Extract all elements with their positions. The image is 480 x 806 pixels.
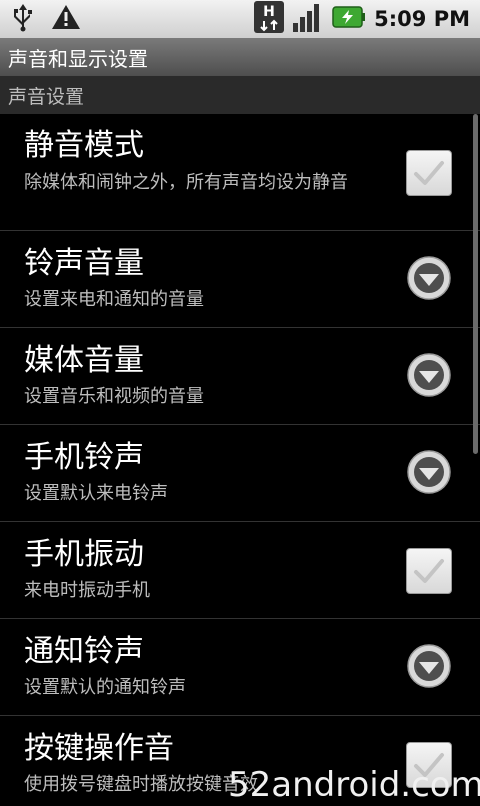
setting-title: 媒体音量 [24, 343, 144, 378]
check-icon [414, 559, 444, 583]
status-time: 5:09 PM [374, 7, 470, 31]
setting-title: 静音模式 [24, 128, 144, 163]
setting-title: 通知铃声 [24, 634, 144, 669]
setting-summary: 设置默认的通知铃声 [24, 677, 186, 698]
signal-icon [292, 1, 324, 37]
status-bar: H 5:09 PM [0, 0, 480, 38]
dropdown-arrow-icon[interactable] [406, 643, 452, 689]
dropdown-arrow-icon[interactable] [406, 352, 452, 398]
setting-phone-vibrate[interactable]: 手机振动 来电时振动手机 [0, 522, 480, 619]
dropdown-arrow-icon[interactable] [406, 255, 452, 301]
setting-title: 按键操作音 [24, 731, 174, 766]
setting-notification-ringtone[interactable]: 通知铃声 设置默认的通知铃声 [0, 619, 480, 716]
setting-title: 手机铃声 [24, 440, 144, 475]
setting-title: 铃声音量 [24, 246, 144, 281]
title-bar: 声音和显示设置 [0, 38, 480, 76]
setting-phone-ringtone[interactable]: 手机铃声 设置默认来电铃声 [0, 425, 480, 522]
setting-media-volume[interactable]: 媒体音量 设置音乐和视频的音量 [0, 328, 480, 425]
hsdpa-icon: H [254, 1, 285, 37]
setting-silent-mode[interactable]: 静音模式 除媒体和闹钟之外，所有声音均设为静音 [0, 114, 480, 231]
setting-summary: 除媒体和闹钟之外，所有声音均设为静音 [24, 172, 348, 193]
silent-mode-checkbox[interactable] [406, 150, 452, 196]
setting-summary: 设置音乐和视频的音量 [24, 386, 204, 407]
setting-summary: 来电时振动手机 [24, 580, 150, 601]
setting-summary: 设置来电和通知的音量 [24, 289, 204, 310]
scrollbar[interactable] [473, 114, 478, 454]
section-header-label: 声音设置 [8, 85, 85, 108]
dropdown-arrow-icon[interactable] [406, 449, 452, 495]
watermark: 52android.com [228, 765, 480, 805]
page-title: 声音和显示设置 [8, 46, 148, 71]
setting-ringer-volume[interactable]: 铃声音量 设置来电和通知的音量 [0, 231, 480, 328]
battery-charging-icon [332, 5, 366, 33]
svg-text:H: H [263, 4, 275, 20]
check-icon [414, 161, 444, 185]
section-header: 声音设置 [0, 76, 480, 114]
warning-icon [50, 3, 82, 35]
setting-title: 手机振动 [24, 537, 144, 572]
usb-icon [10, 2, 36, 36]
setting-summary: 设置默认来电铃声 [24, 483, 168, 504]
vibrate-checkbox[interactable] [406, 548, 452, 594]
